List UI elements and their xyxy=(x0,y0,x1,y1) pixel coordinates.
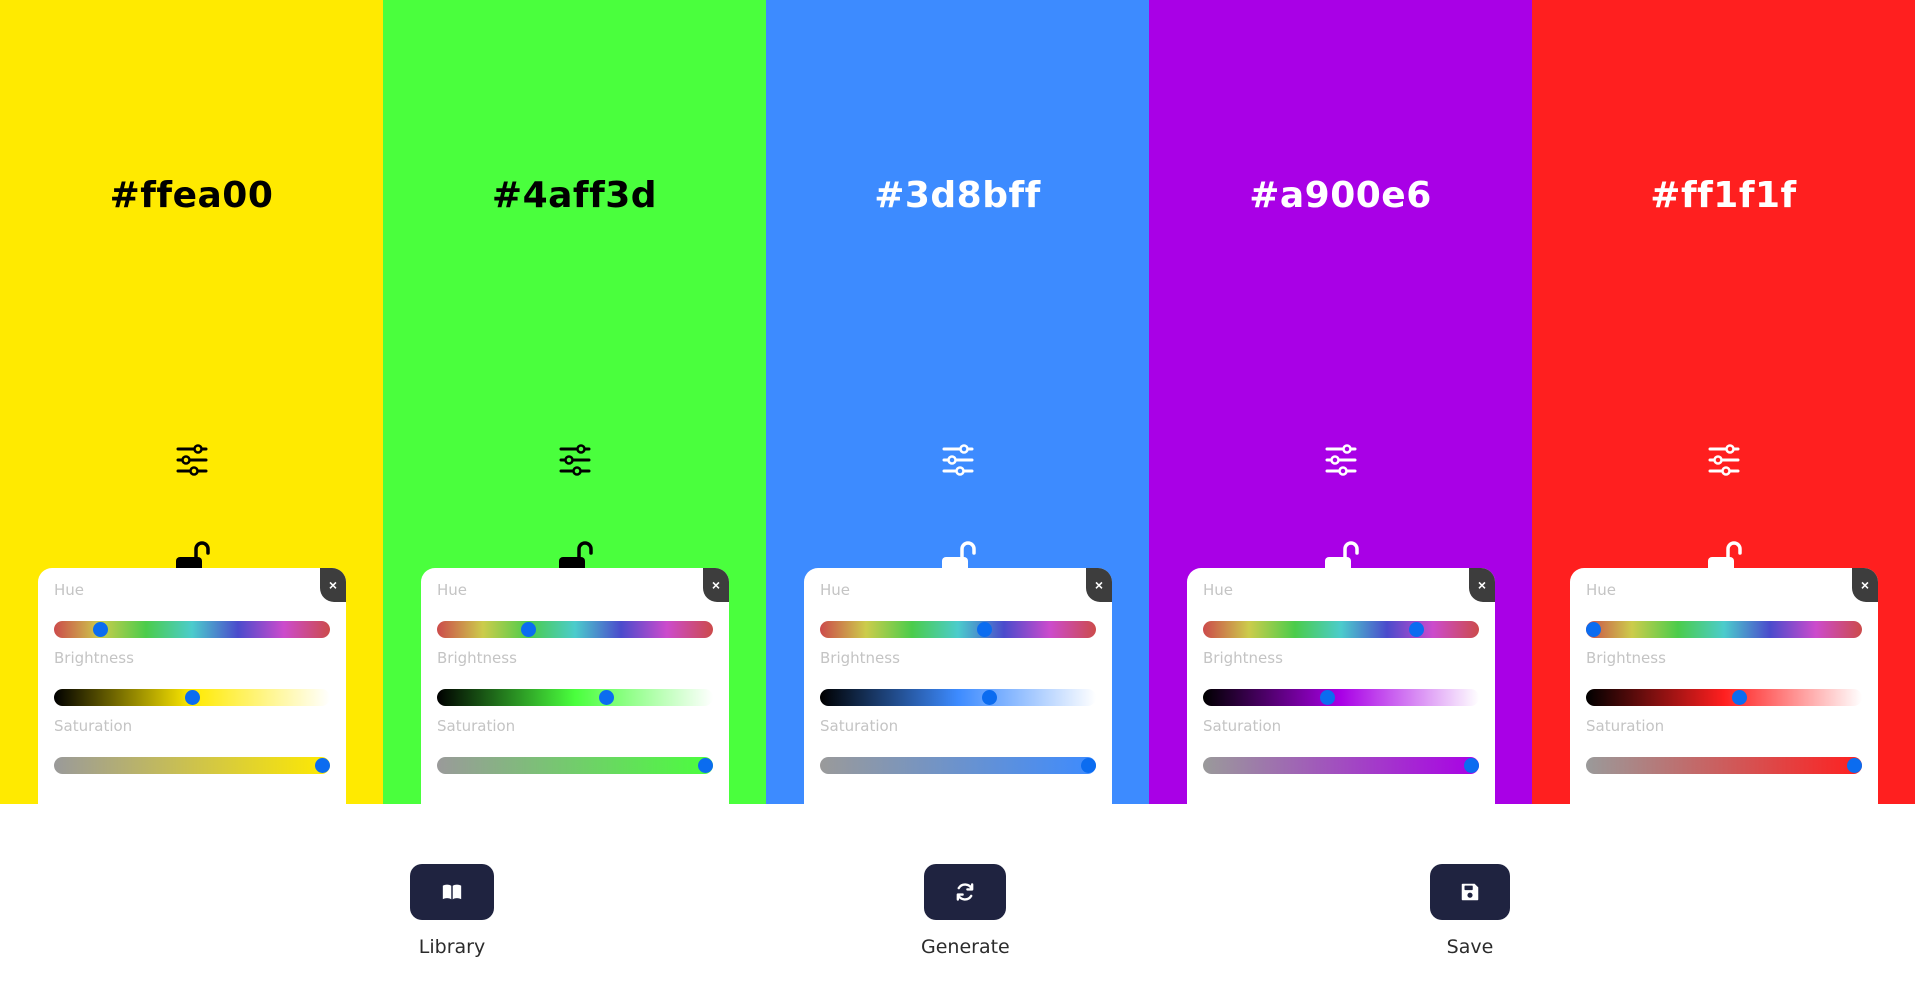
library-button[interactable] xyxy=(410,864,494,920)
hex-code[interactable]: #a900e6 xyxy=(1149,175,1532,216)
hue-slider-thumb[interactable] xyxy=(1586,622,1601,637)
brightness-slider-thumb[interactable] xyxy=(981,690,997,705)
adjust-button[interactable] xyxy=(555,440,595,480)
color-adjust-panel: × Hue Brightness Saturation xyxy=(1570,568,1878,804)
hue-slider[interactable] xyxy=(1203,621,1479,638)
brightness-slider-thumb[interactable] xyxy=(184,690,200,705)
brightness-label: Brightness xyxy=(54,649,134,667)
color-column-4: #a900e6 × Hue Brightness Saturation xyxy=(1149,0,1532,804)
hex-code[interactable]: #ffea00 xyxy=(0,175,383,216)
adjust-button[interactable] xyxy=(172,440,212,480)
brightness-label: Brightness xyxy=(437,649,517,667)
hue-slider-thumb[interactable] xyxy=(1408,622,1424,637)
hue-slider-thumb[interactable] xyxy=(976,622,992,637)
hue-label: Hue xyxy=(1586,581,1617,599)
brightness-label: Brightness xyxy=(1586,649,1666,667)
hue-label: Hue xyxy=(1203,581,1234,599)
close-adjust-panel-button[interactable]: × xyxy=(320,568,346,602)
saturation-slider-thumb[interactable] xyxy=(315,758,330,773)
hex-code[interactable]: #ff1f1f xyxy=(1532,175,1915,216)
saturation-slider[interactable] xyxy=(54,757,330,774)
color-adjust-panel: × Hue Brightness Saturation xyxy=(421,568,729,804)
saturation-slider[interactable] xyxy=(820,757,1096,774)
hue-label: Hue xyxy=(54,581,85,599)
hex-code[interactable]: #3d8bff xyxy=(766,175,1149,216)
hue-slider[interactable] xyxy=(1586,621,1862,638)
adjust-button[interactable] xyxy=(1321,440,1361,480)
saturation-label: Saturation xyxy=(437,717,516,735)
saturation-slider-thumb[interactable] xyxy=(1081,758,1096,773)
sliders-icon xyxy=(172,440,212,480)
saturation-label: Saturation xyxy=(820,717,899,735)
hue-slider[interactable] xyxy=(820,621,1096,638)
library-control: Library xyxy=(410,864,494,958)
hex-code[interactable]: #4aff3d xyxy=(383,175,766,216)
saturation-label: Saturation xyxy=(1203,717,1282,735)
adjust-button[interactable] xyxy=(938,440,978,480)
saturation-slider[interactable] xyxy=(437,757,713,774)
library-label: Library xyxy=(418,936,486,958)
saturation-label: Saturation xyxy=(54,717,133,735)
save-label: Save xyxy=(1446,936,1494,958)
generate-label: Generate xyxy=(921,936,1010,958)
saturation-slider[interactable] xyxy=(1203,757,1479,774)
close-adjust-panel-button[interactable]: × xyxy=(1086,568,1112,602)
close-adjust-panel-button[interactable]: × xyxy=(703,568,729,602)
color-column-1: #ffea00 × Hue Brightness Saturation xyxy=(0,0,383,804)
saturation-label: Saturation xyxy=(1586,717,1665,735)
color-column-5: #ff1f1f × Hue Brightness Saturation xyxy=(1532,0,1915,804)
saturation-slider[interactable] xyxy=(1586,757,1862,774)
brightness-slider-thumb[interactable] xyxy=(1732,690,1748,705)
color-column-2: #4aff3d × Hue Brightness Saturation xyxy=(383,0,766,804)
saturation-slider-thumb[interactable] xyxy=(698,758,713,773)
brightness-slider[interactable] xyxy=(1203,689,1479,706)
hue-label: Hue xyxy=(820,581,851,599)
color-adjust-panel: × Hue Brightness Saturation xyxy=(38,568,346,804)
sliders-icon xyxy=(555,440,595,480)
refresh-icon xyxy=(954,881,976,903)
hue-slider[interactable] xyxy=(437,621,713,638)
palette-columns: #ffea00 × Hue Brightness Saturation #4af… xyxy=(0,0,1915,804)
save-control: Save xyxy=(1430,864,1510,958)
save-button[interactable] xyxy=(1430,864,1510,920)
brightness-label: Brightness xyxy=(1203,649,1283,667)
saturation-slider-thumb[interactable] xyxy=(1464,758,1479,773)
saturation-slider-thumb[interactable] xyxy=(1847,758,1862,773)
brightness-slider[interactable] xyxy=(820,689,1096,706)
sliders-icon xyxy=(1704,440,1744,480)
brightness-slider[interactable] xyxy=(54,689,330,706)
color-adjust-panel: × Hue Brightness Saturation xyxy=(804,568,1112,804)
sliders-icon xyxy=(1321,440,1361,480)
color-column-3: #3d8bff × Hue Brightness Saturation xyxy=(766,0,1149,804)
close-adjust-panel-button[interactable]: × xyxy=(1852,568,1878,602)
brightness-slider[interactable] xyxy=(437,689,713,706)
hue-slider-thumb[interactable] xyxy=(93,622,109,637)
bottom-controls: Library Generate Save xyxy=(0,804,1915,992)
sliders-icon xyxy=(938,440,978,480)
brightness-slider[interactable] xyxy=(1586,689,1862,706)
generate-button[interactable] xyxy=(924,864,1007,920)
brightness-slider-thumb[interactable] xyxy=(598,690,614,705)
brightness-label: Brightness xyxy=(820,649,900,667)
color-adjust-panel: × Hue Brightness Saturation xyxy=(1187,568,1495,804)
floppy-disk-icon xyxy=(1459,881,1481,903)
adjust-button[interactable] xyxy=(1704,440,1744,480)
close-adjust-panel-button[interactable]: × xyxy=(1469,568,1495,602)
hue-slider[interactable] xyxy=(54,621,330,638)
book-icon xyxy=(441,881,463,903)
generate-control: Generate xyxy=(921,864,1010,958)
hue-label: Hue xyxy=(437,581,468,599)
brightness-slider-thumb[interactable] xyxy=(1320,690,1336,705)
hue-slider-thumb[interactable] xyxy=(521,622,537,637)
